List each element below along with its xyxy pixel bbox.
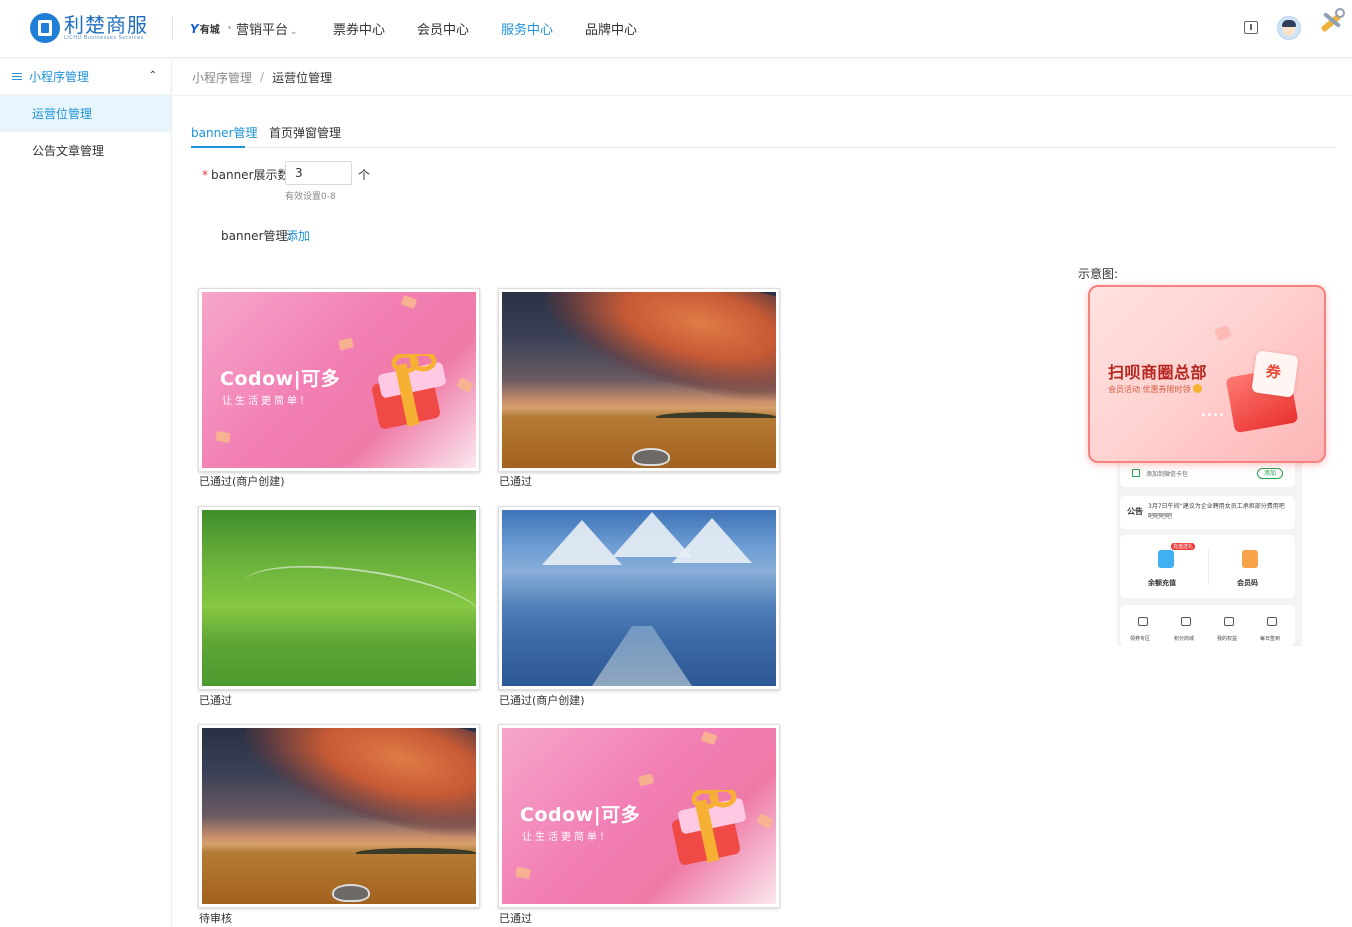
banner-card[interactable]: Codow|可多 让生活更简单! bbox=[498, 724, 780, 908]
youcheng-brand[interactable]: Y有城 bbox=[190, 21, 220, 36]
banner-card[interactable] bbox=[498, 288, 780, 472]
preview-label: 示意图: bbox=[1078, 267, 1119, 281]
gift-icon bbox=[372, 354, 446, 429]
chevron-down-icon: ⌄ bbox=[290, 27, 298, 37]
banner-count-label: * banner展示数: bbox=[202, 168, 294, 182]
nav-brand-center[interactable]: 品牌中心 bbox=[585, 19, 637, 38]
banner-image-sunset bbox=[202, 728, 476, 904]
header-divider bbox=[172, 16, 173, 40]
banner-count-hint: 有效设置0-8 bbox=[285, 192, 336, 202]
banner-count-input[interactable] bbox=[285, 161, 352, 185]
quick-actions: 充值送礼 余额充值 会员码 bbox=[1120, 535, 1295, 598]
youcheng-logo-icon: Y bbox=[190, 22, 199, 36]
sidebar-item-announcement[interactable]: 公告文章管理 bbox=[0, 132, 171, 169]
coupon-icon bbox=[1138, 617, 1148, 626]
points-mall-icon bbox=[1181, 617, 1191, 626]
banner-status: 已通过(商户创建) bbox=[199, 475, 285, 488]
banner-image-meadow bbox=[202, 510, 476, 686]
logo-title: 利楚商服 bbox=[64, 12, 148, 37]
member-code-icon bbox=[1242, 550, 1258, 568]
nav-member-center[interactable]: 会员中心 bbox=[417, 19, 469, 38]
preview-banner-subtitle: 会员活动 优惠券限时领 bbox=[1108, 384, 1202, 395]
sidebar-group-miniprogram[interactable]: 小程序管理 ⌃ bbox=[0, 59, 171, 95]
separator-dot bbox=[228, 26, 231, 29]
banner-image-mountains bbox=[502, 510, 776, 686]
banner-card[interactable] bbox=[198, 724, 480, 908]
avatar[interactable] bbox=[1277, 16, 1301, 40]
logo-icon bbox=[30, 13, 60, 43]
breadcrumb-item-miniprogram[interactable]: 小程序管理 bbox=[192, 69, 252, 86]
book-icon[interactable] bbox=[1244, 21, 1258, 34]
nav-service-center[interactable]: 服务中心 bbox=[501, 19, 553, 38]
sidebar: 小程序管理 ⌃ 运营位管理 公告文章管理 bbox=[0, 59, 172, 927]
preview-banner: 券 扫呗商圈总部 会员活动 优惠券限时领 bbox=[1088, 285, 1326, 463]
calendar-icon bbox=[1267, 617, 1277, 626]
banner-status: 已通过(商户创建) bbox=[499, 694, 585, 707]
nav-ticket-center[interactable]: 票券中心 bbox=[333, 19, 385, 38]
banner-status: 已通过 bbox=[499, 475, 532, 488]
logo-subtitle: LICHU Businesses Services bbox=[64, 34, 144, 41]
list-icon bbox=[12, 72, 22, 81]
feature-grid: 领券专区 积分商城 我的权益 每日签到 bbox=[1120, 605, 1295, 646]
banner-image-sunset bbox=[502, 292, 776, 468]
breadcrumb-separator: / bbox=[260, 70, 265, 84]
banner-card[interactable] bbox=[498, 506, 780, 690]
banner-status: 已通过 bbox=[199, 694, 232, 707]
banner-card[interactable] bbox=[198, 506, 480, 690]
tab-home-popup[interactable]: 首页弹窗管理 bbox=[269, 124, 341, 141]
banner-count-unit: 个 bbox=[358, 168, 371, 182]
rights-icon bbox=[1224, 617, 1234, 626]
add-banner-link[interactable]: 添加 bbox=[286, 227, 310, 244]
gift-icon bbox=[672, 790, 746, 865]
breadcrumb-item-current: 运营位管理 bbox=[272, 70, 333, 85]
notice-row: 公告 3月7日午间“建议为企业聘用女员工承担部分费用吧吧吧吧吧 bbox=[1120, 496, 1295, 529]
card-icon bbox=[1132, 469, 1140, 477]
banner-card[interactable]: Codow|可多 让生活更简单! bbox=[198, 288, 480, 472]
tab-banner[interactable]: banner管理 bbox=[191, 124, 258, 141]
tab-bar: banner管理 首页弹窗管理 bbox=[191, 118, 1336, 148]
banner-manage-label: banner管理: bbox=[221, 229, 292, 243]
sidebar-item-operation-slot[interactable]: 运营位管理 bbox=[0, 95, 171, 132]
carousel-dots bbox=[1202, 405, 1226, 419]
banner-image-codow: Codow|可多 让生活更简单! bbox=[502, 728, 776, 904]
chevron-up-icon: ⌃ bbox=[148, 70, 157, 81]
active-tab-indicator bbox=[191, 146, 245, 148]
tools-icon[interactable] bbox=[1316, 6, 1348, 38]
banner-status: 待审核 bbox=[199, 912, 232, 925]
logo[interactable]: 利楚商服 LICHU Businesses Services bbox=[30, 13, 148, 43]
nav-marketing-platform[interactable]: 营销平台 ⌄ bbox=[236, 19, 298, 38]
coin-icon bbox=[1192, 384, 1202, 393]
breadcrumb: 小程序管理 / 运营位管理 bbox=[173, 59, 1352, 96]
preview-banner-title: 扫呗商圈总部 bbox=[1108, 363, 1208, 382]
top-header: 利楚商服 LICHU Businesses Services Y有城 营销平台 ⌄… bbox=[0, 0, 1352, 58]
wechat-card-row: 添加到微信卡包 添加 bbox=[1120, 462, 1295, 487]
banner-status: 已通过 bbox=[499, 912, 532, 925]
phone-preview: 添加到微信卡包 添加 公告 3月7日午间“建议为企业聘用女员工承担部分费用吧吧吧… bbox=[1117, 460, 1302, 646]
recharge-icon bbox=[1158, 550, 1174, 568]
banner-image-codow: Codow|可多 让生活更简单! bbox=[202, 292, 476, 468]
